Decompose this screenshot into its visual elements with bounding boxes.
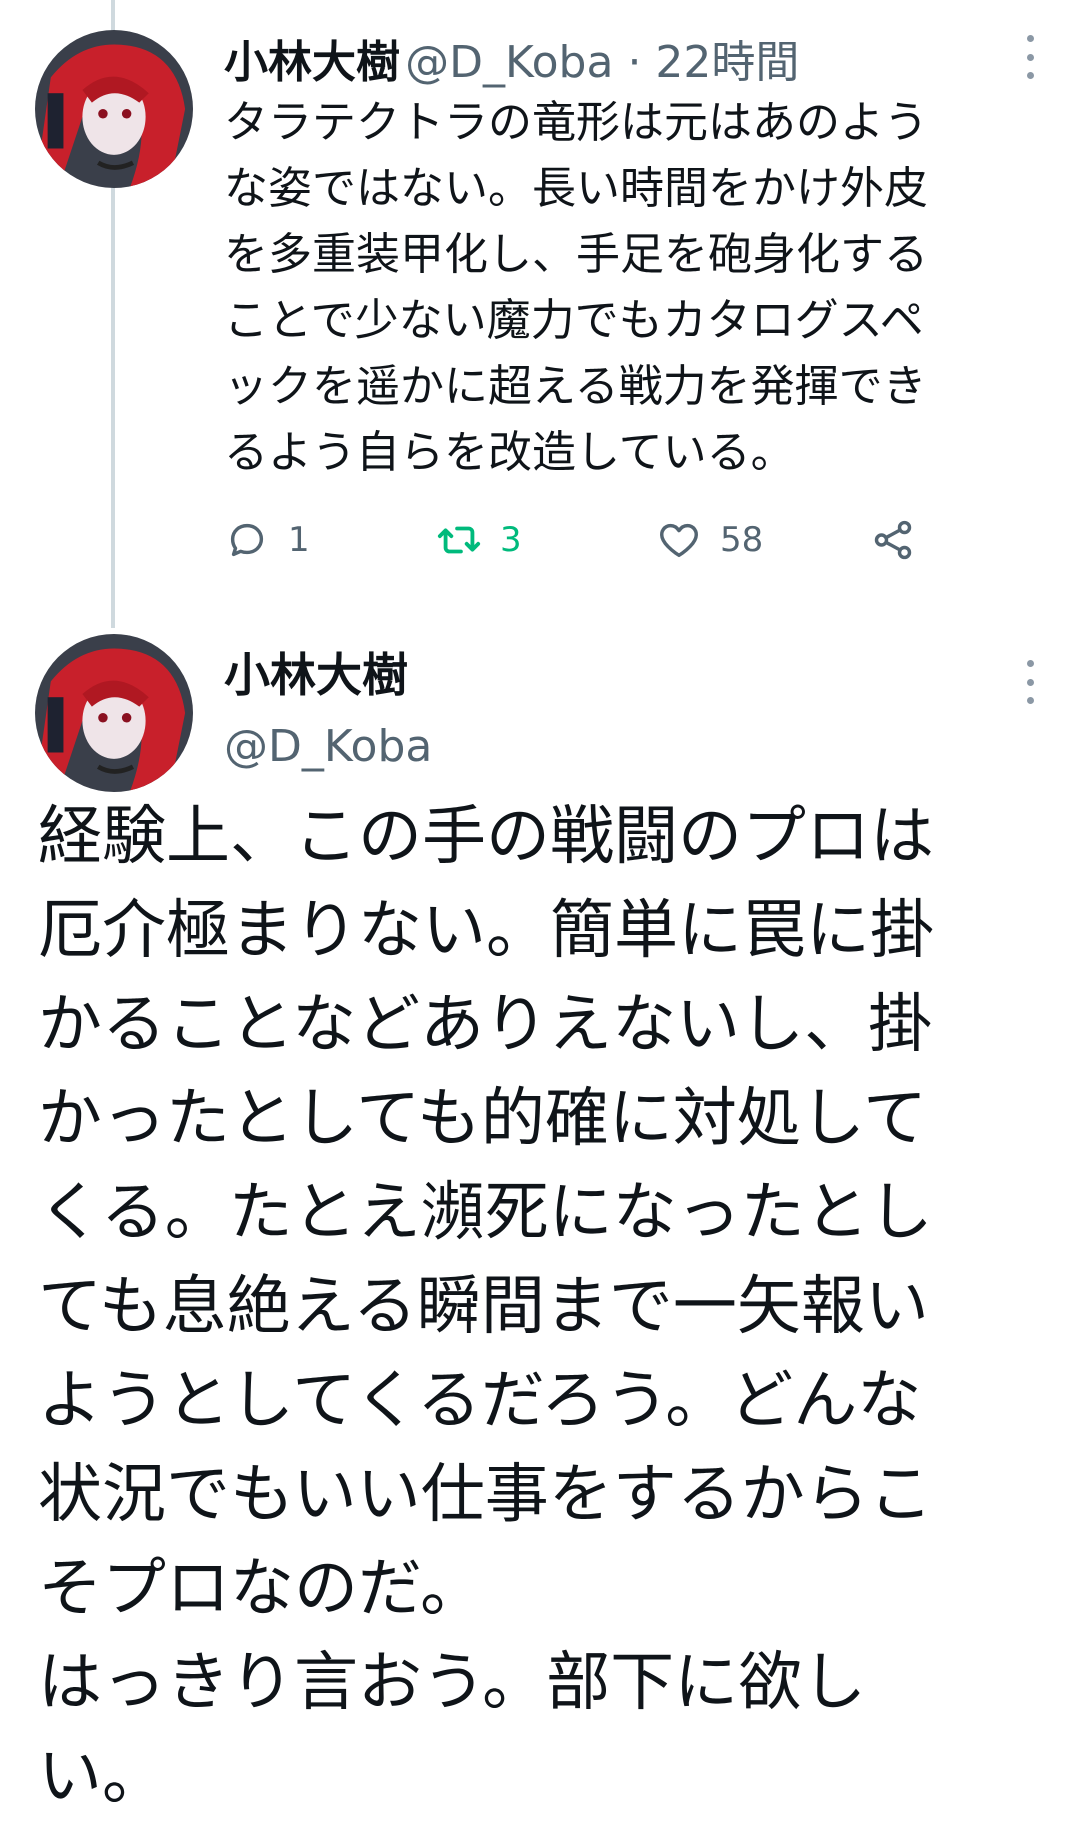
- tweet-text-line: を多重装甲化し、手足を砲身化する: [224, 229, 928, 280]
- like-icon: [660, 523, 698, 558]
- reply-icon: [230, 523, 264, 557]
- tweet-text-line: 状況でもいい仕事をするからこ: [38, 1458, 933, 1532]
- tweet-text-line: 厄介極まりない。簡単に罠に掛: [38, 894, 934, 968]
- tweet-actions: 1 3 58: [224, 512, 964, 568]
- like-button[interactable]: 58: [656, 512, 763, 568]
- author-name[interactable]: 小林大樹: [224, 640, 432, 710]
- tweet-text-line: タラテクトラの竜形は元はあのよう: [224, 97, 928, 148]
- tweet-text-line: かることなどありえないし、掛: [38, 988, 933, 1062]
- more-vertical-icon[interactable]: [1020, 660, 1040, 704]
- avatar[interactable]: [35, 634, 193, 792]
- tweet-text-line: ックを遥かに超える戦力を発揮でき: [224, 361, 927, 412]
- tweet-text-line: い。: [38, 1740, 166, 1814]
- author-handle[interactable]: @D_Koba: [224, 710, 432, 784]
- avatar-image: [35, 30, 193, 188]
- tweet-text-line: るよう自らを改造している。: [224, 427, 795, 478]
- tweet-text: タラテクトラの竜形は元はあのよう な姿ではない。長い時間をかけ外皮 を多重装甲化…: [224, 90, 1024, 486]
- reply-count: 1: [288, 520, 310, 560]
- tweet-text-line: ても息絶える瞬間まで一矢報い: [38, 1270, 929, 1344]
- retweet-icon: [437, 526, 481, 554]
- tweet-header: 小林大樹 @D_Koba · 22時間: [224, 26, 799, 90]
- retweet-count: 3: [500, 520, 522, 560]
- tweet-text-line: そプロなのだ。: [38, 1552, 485, 1626]
- retweet-button[interactable]: 3: [436, 512, 522, 568]
- tweet-text: 経験上、この手の戦闘のプロは 厄介極まりない。簡単に罠に掛 かることなどありえな…: [38, 790, 1058, 1824]
- tweet-text-line: な姿ではない。長い時間をかけ外皮: [224, 163, 928, 214]
- tweet-text-line: はっきり言おう。部下に欲し: [38, 1646, 867, 1720]
- tweet-text-line: 経験上、この手の戦闘のプロは: [38, 800, 934, 874]
- timestamp[interactable]: 22時間: [655, 37, 799, 88]
- share-icon: [874, 520, 912, 560]
- tweet-text-line: ことで少ない魔力でもカタログスペ: [224, 295, 924, 346]
- tweet-header: 小林大樹 @D_Koba: [224, 640, 432, 784]
- like-count: 58: [720, 520, 764, 560]
- author-name[interactable]: 小林大樹: [224, 37, 400, 88]
- reply-button[interactable]: 1: [224, 512, 310, 568]
- avatar[interactable]: [35, 30, 193, 188]
- separator: ·: [613, 37, 656, 88]
- author-handle[interactable]: @D_Koba: [405, 37, 613, 88]
- tweet-text-line: くる。たとえ瀕死になったとし: [38, 1176, 933, 1250]
- share-button[interactable]: [870, 512, 916, 568]
- avatar-image: [35, 634, 193, 792]
- tweet-text-line: ようとしてくるだろう。どんな: [38, 1364, 922, 1438]
- more-vertical-icon[interactable]: [1020, 35, 1040, 79]
- tweet-text-line: かったとしても的確に対処して: [38, 1082, 927, 1156]
